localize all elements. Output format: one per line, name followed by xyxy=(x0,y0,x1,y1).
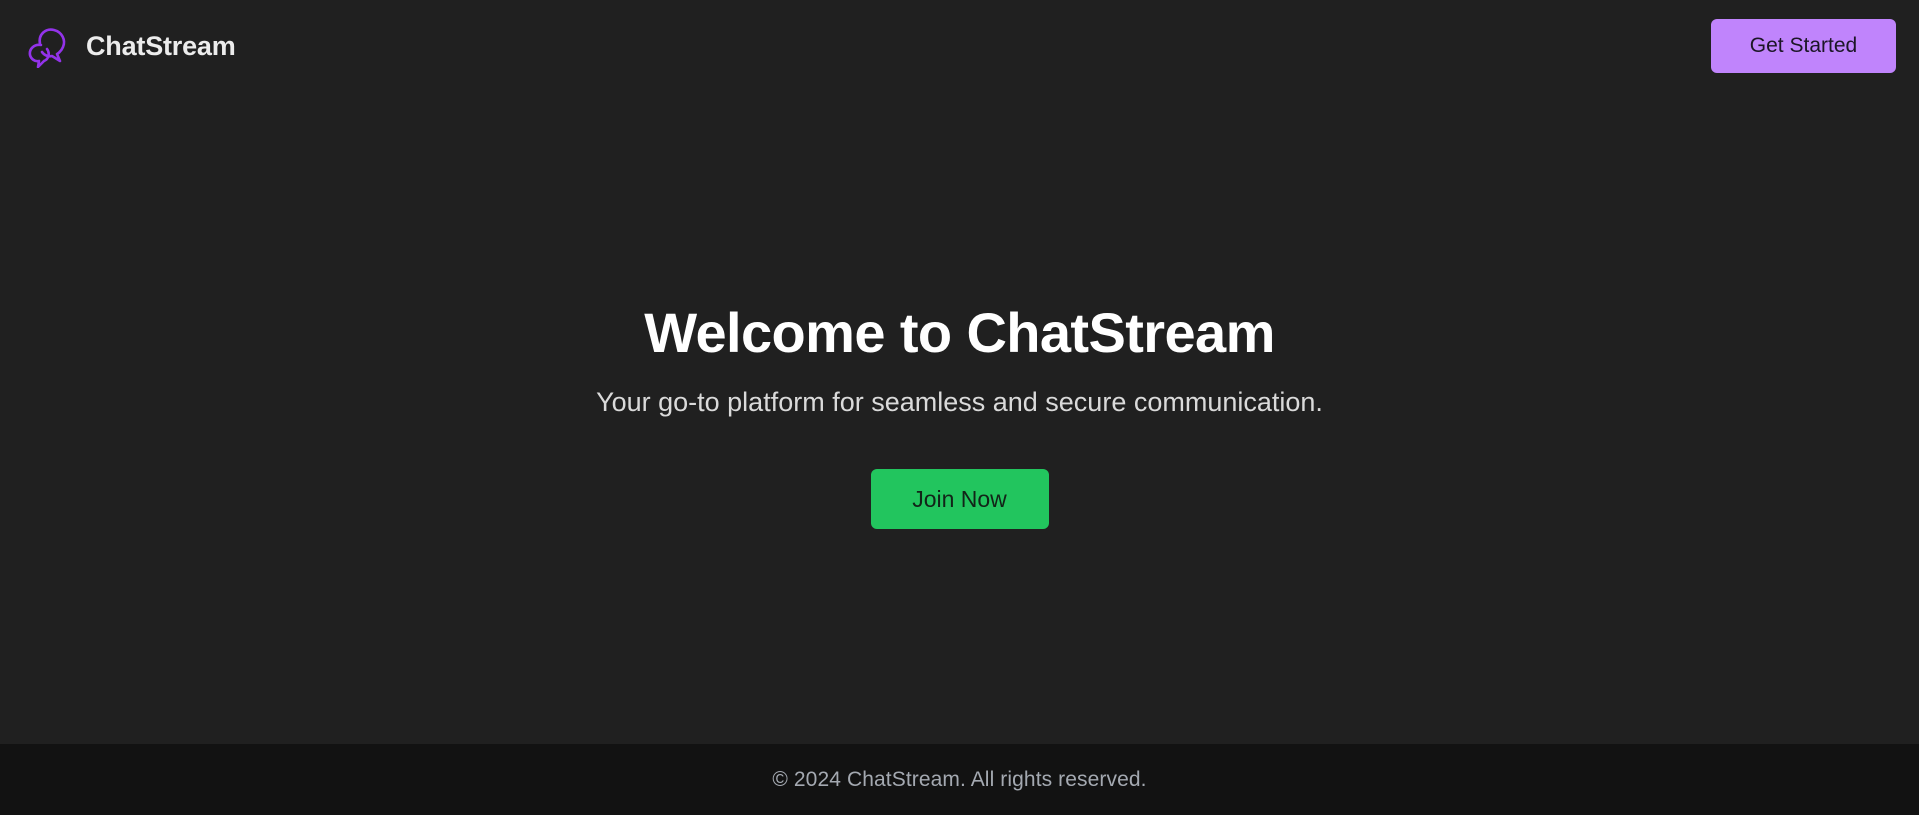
chat-bubbles-icon xyxy=(28,28,66,68)
brand-name: ChatStream xyxy=(86,30,236,61)
footer-copyright: © 2024 ChatStream. All rights reserved. xyxy=(772,767,1147,791)
brand[interactable]: ChatStream xyxy=(24,24,236,68)
join-now-button[interactable]: Join Now xyxy=(870,469,1049,529)
footer: © 2024 ChatStream. All rights reserved. xyxy=(0,744,1919,815)
hero-subtitle: Your go-to platform for seamless and sec… xyxy=(596,387,1323,417)
hero-title: Welcome to ChatStream xyxy=(644,301,1275,364)
get-started-button[interactable]: Get Started xyxy=(1711,19,1896,73)
hero-section: Welcome to ChatStream Your go-to platfor… xyxy=(0,290,1919,529)
landing-page: ChatStream Get Started Welcome to ChatSt… xyxy=(0,0,1919,815)
top-nav: ChatStream Get Started xyxy=(0,0,1919,92)
